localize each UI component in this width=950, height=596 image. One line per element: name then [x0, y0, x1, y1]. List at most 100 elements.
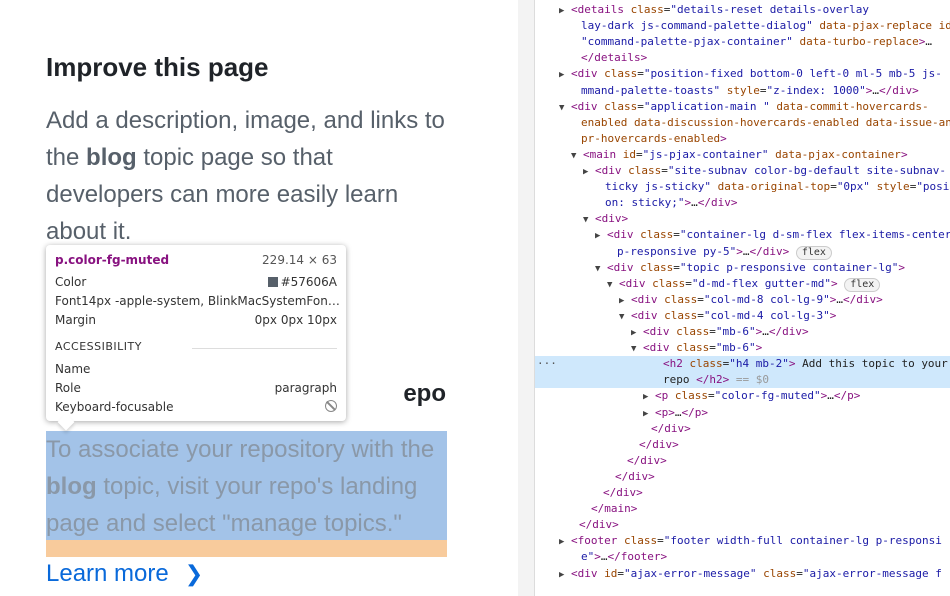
tooltip-role-value: paragraph	[274, 381, 337, 395]
dom-node[interactable]: </div>	[535, 421, 950, 437]
page-viewport: Improve this page Add a description, ima…	[0, 0, 518, 596]
collapse-triangle-icon[interactable]: ▼	[559, 100, 571, 116]
dom-node[interactable]: p-responsive py-5">…</div> flex	[535, 244, 950, 260]
expand-triangle-icon[interactable]: ▶	[643, 389, 655, 405]
tooltip-keyboard-label: Keyboard-focusable	[55, 400, 174, 414]
dom-node[interactable]: on: sticky;">…</div>	[535, 195, 950, 211]
collapse-triangle-icon[interactable]: ▼	[571, 148, 583, 164]
dom-node-text: ticky js-sticky" data-original-top="0px"…	[605, 180, 950, 194]
improve-page-description: Add a description, image, and links to t…	[46, 107, 445, 245]
color-swatch-icon	[267, 277, 278, 287]
inspect-tooltip: p.color-fg-muted 229.14 × 63 Color #5760…	[46, 245, 346, 431]
not-focusable-icon	[325, 400, 337, 412]
expand-triangle-icon[interactable]: ▶	[559, 3, 571, 19]
dom-node[interactable]: "command-palette-pjax-container" data-tu…	[535, 34, 950, 50]
dom-node[interactable]: mmand-palette-toasts" style="z-index: 10…	[535, 83, 950, 99]
dom-node-text: </main>	[591, 502, 638, 516]
dom-node[interactable]: enabled data-discussion-hovercards-enabl…	[535, 115, 950, 131]
dom-node-text: </div>	[579, 518, 619, 532]
dom-node-text: <div class="col-md-4 col-lg-3">	[631, 308, 837, 322]
dom-node[interactable]: ▼ <div class="col-md-4 col-lg-3">	[535, 308, 950, 324]
tooltip-arrow	[57, 413, 75, 431]
element-highlight-margin	[46, 540, 447, 557]
dom-node-text: <div class="topic p-responsive container…	[607, 260, 906, 274]
dom-node[interactable]: ▶ <p>…</p>	[535, 405, 950, 421]
dom-node[interactable]: ▶ <div class="position-fixed bottom-0 lef…	[535, 66, 950, 82]
expand-triangle-icon[interactable]: ▶	[595, 228, 607, 244]
dom-node[interactable]: ▶ <div id="ajax-error-message" class="aja…	[535, 566, 950, 582]
expand-triangle-icon[interactable]: ▶	[559, 567, 571, 583]
associate-topic-paragraph: To associate your repository with the bl…	[46, 436, 435, 537]
dom-node[interactable]: ▶ <p class="color-fg-muted">…</p>	[535, 388, 950, 404]
dom-node[interactable]: ▼ <div class="application-main " data-com…	[535, 99, 950, 115]
dom-node[interactable]: ▼ <div class="mb-6">	[535, 340, 950, 356]
dom-node[interactable]: </main>	[535, 501, 950, 517]
tooltip-size: 229.14 × 63	[262, 253, 337, 267]
dom-node[interactable]: ▶ <div class="col-md-8 col-lg-9">…</div>	[535, 292, 950, 308]
dom-node-text: <div class="d-md-flex gutter-md"> flex	[619, 277, 881, 292]
dom-node-text: <p class="color-fg-muted">…</p>	[655, 389, 861, 403]
dom-node-text: <div class="application-main " data-comm…	[571, 99, 929, 113]
dom-node-text: </div>	[651, 421, 691, 435]
dom-node-text: </div>	[627, 453, 667, 467]
dom-node[interactable]: ▶ <details class="details-reset details-o…	[535, 2, 950, 18]
dom-node-text: <div class="col-md-8 col-lg-9">…</div>	[631, 292, 883, 306]
panel-divider[interactable]	[518, 0, 535, 596]
collapse-triangle-icon[interactable]: ▼	[619, 309, 631, 325]
learn-more-link[interactable]: Learn more ❯	[46, 560, 203, 588]
expand-triangle-icon[interactable]: ▶	[559, 534, 571, 550]
dom-node[interactable]: ▼ <div class="d-md-flex gutter-md"> flex	[535, 276, 950, 292]
dom-node[interactable]: </div>	[535, 517, 950, 533]
dom-node-text: e">…</footer>	[581, 550, 668, 564]
dom-node[interactable]: </details>	[535, 50, 950, 66]
dom-node-text: "command-palette-pjax-container" data-tu…	[581, 35, 933, 49]
dom-node[interactable]: ticky js-sticky" data-original-top="0px"…	[535, 179, 950, 195]
dom-node[interactable]: </div>	[535, 469, 950, 485]
chevron-right-icon: ❯	[184, 561, 204, 587]
expand-triangle-icon[interactable]: ▶	[643, 406, 655, 422]
dom-node-text: mmand-palette-toasts" style="z-index: 10…	[581, 83, 919, 97]
dom-node-selected[interactable]: repo </h2> == $0	[535, 372, 950, 389]
dom-node[interactable]: ▶ <div class="container-lg d-sm-flex flex…	[535, 227, 950, 243]
collapse-triangle-icon[interactable]: ▼	[631, 341, 643, 357]
dom-node-text: <div class="mb-6">…</div>	[643, 325, 809, 338]
tooltip-selector: p.color-fg-muted	[55, 253, 170, 267]
collapse-triangle-icon[interactable]: ▼	[607, 277, 619, 293]
expand-triangle-icon[interactable]: ▶	[583, 164, 595, 180]
dom-node-text: <main id="js-pjax-container" data-pjax-c…	[583, 147, 908, 161]
dom-node-text: </div>	[603, 486, 643, 499]
dom-node-text: repo </h2> == $0	[663, 373, 769, 387]
tooltip-margin-label: Margin	[55, 313, 96, 327]
dom-node[interactable]: ▼ <div class="topic p-responsive containe…	[535, 260, 950, 276]
devtools-elements-panel[interactable]: ▶ <details class="details-reset details-o…	[535, 0, 950, 596]
dom-node[interactable]: ▶ <div class="mb-6">…</div>	[535, 324, 950, 340]
tooltip-color-label: Color	[55, 275, 87, 289]
dom-node-text: <div>	[595, 212, 629, 226]
dom-node-selected[interactable]: <h2 class="h4 mb-2"> Add this topic to y…	[535, 356, 950, 373]
improve-page-heading: Improve this page	[46, 52, 269, 82]
tooltip-font-value: 14px -apple-system, BlinkMacSystemFon…	[81, 294, 340, 308]
dom-node[interactable]: ▼ <div>	[535, 211, 950, 227]
dom-node[interactable]: </div>	[535, 453, 950, 469]
dom-node[interactable]: lay-dark js-command-palette-dialog" data…	[535, 18, 950, 34]
expand-triangle-icon[interactable]: ▶	[559, 67, 571, 83]
tooltip-color-value: #57606A	[280, 275, 337, 289]
dom-node-text: </div>	[615, 469, 655, 483]
dom-node[interactable]: ▶ <footer class="footer width-full contai…	[535, 533, 950, 549]
tooltip-font-label: Font	[55, 294, 82, 308]
expand-triangle-icon[interactable]: ▶	[631, 325, 643, 341]
tooltip-name-label: Name	[55, 362, 91, 376]
dom-node[interactable]: pr-hovercards-enabled>	[535, 131, 950, 147]
more-options-icon[interactable]: ···	[537, 356, 557, 372]
expand-triangle-icon[interactable]: ▶	[619, 293, 631, 309]
dom-node-text: lay-dark js-command-palette-dialog" data…	[581, 19, 950, 33]
collapse-triangle-icon[interactable]: ▼	[583, 212, 595, 228]
dom-node[interactable]: ▼ <main id="js-pjax-container" data-pjax-…	[535, 147, 950, 163]
collapse-triangle-icon[interactable]: ▼	[595, 261, 607, 277]
dom-node[interactable]: </div>	[535, 485, 950, 501]
dom-node[interactable]: </div>	[535, 437, 950, 453]
dom-node[interactable]: ▶ <div class="site-subnav color-bg-defaul…	[535, 163, 950, 179]
dom-node-text: <div class="container-lg d-sm-flex flex-…	[607, 228, 950, 242]
dom-node-text: <p>…</p>	[655, 405, 708, 419]
dom-node[interactable]: e">…</footer>	[535, 549, 950, 565]
